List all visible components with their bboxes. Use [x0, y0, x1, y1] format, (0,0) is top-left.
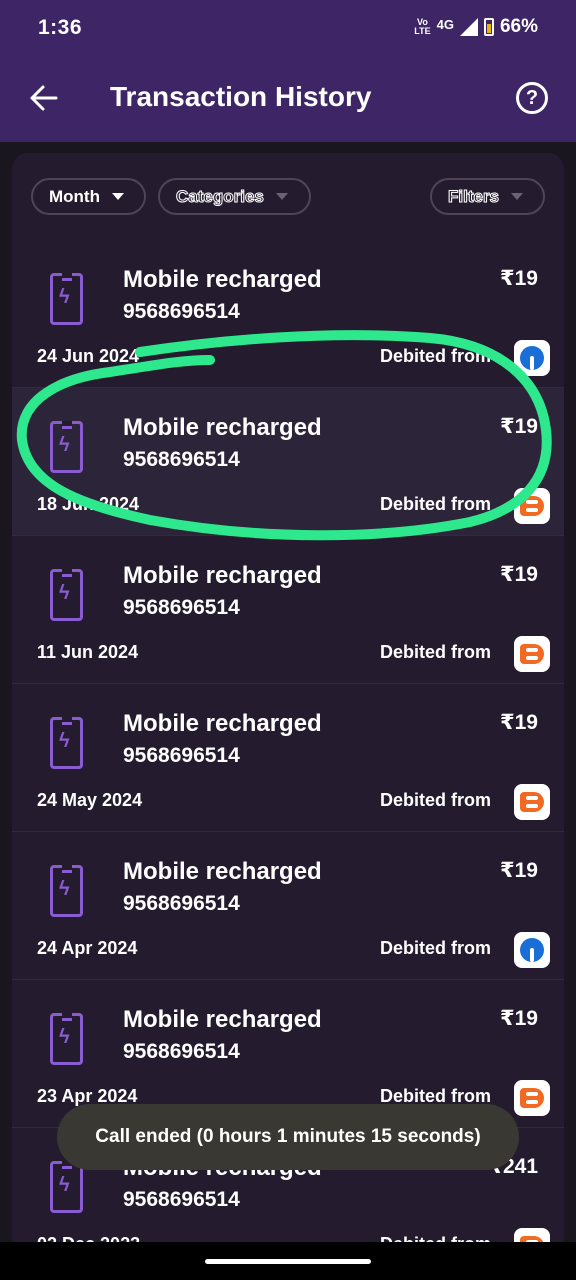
- transaction-number: 9568696514: [123, 448, 240, 471]
- transaction-number: 9568696514: [123, 300, 240, 323]
- transaction-row[interactable]: ϟ Mobile recharged 9568696514 ₹19 11 Jun 202…: [12, 536, 564, 684]
- question-circle-icon[interactable]: ?: [516, 82, 548, 114]
- month-chip-label: Month: [49, 186, 100, 206]
- network-type: 4G: [436, 16, 454, 32]
- transaction-title: Mobile recharged: [123, 710, 322, 737]
- bob-bank-logo-icon: [514, 636, 550, 672]
- debited-from-label: Debited from: [379, 938, 491, 958]
- mobile-recharge-icon: ϟ: [50, 865, 83, 917]
- categories-filter-chip[interactable]: Categories: [158, 178, 311, 215]
- arrow-left-icon[interactable]: [28, 82, 60, 114]
- categories-chip-label: Categories: [176, 186, 265, 206]
- transaction-amount: ₹19: [500, 563, 538, 586]
- home-gesture-handle[interactable]: [205, 1259, 371, 1264]
- status-bar: 1:36 Vo LTE 4G 66%: [0, 0, 576, 56]
- mobile-recharge-icon: ϟ: [50, 1013, 83, 1065]
- transaction-amount: ₹19: [500, 415, 538, 438]
- debited-from-label: Debited from: [379, 494, 491, 514]
- signal-icon: [459, 18, 478, 36]
- transaction-number: 9568696514: [123, 1040, 240, 1063]
- debited-from-label: Debited from: [379, 790, 491, 810]
- transaction-amount: ₹19: [500, 859, 538, 882]
- transaction-amount: ₹19: [500, 267, 538, 290]
- transaction-row[interactable]: ϟ Mobile recharged 9568696514 ₹19 18 Jun 202…: [12, 388, 564, 536]
- bob-bank-logo-icon: [514, 1080, 550, 1116]
- chevron-down-icon: [111, 193, 124, 200]
- filters-chip-label: Filters: [447, 186, 500, 206]
- transaction-title: Mobile recharged: [123, 266, 322, 293]
- page-title: Transaction History: [110, 81, 372, 112]
- transaction-number: 9568696514: [123, 892, 240, 915]
- transaction-number: 9568696514: [123, 744, 240, 767]
- status-icons: Vo LTE 4G 66%: [414, 16, 538, 38]
- mobile-recharge-icon: ϟ: [50, 1161, 83, 1213]
- chevron-down-icon: [511, 193, 524, 200]
- battery-icon: [483, 18, 494, 36]
- chevron-down-icon: [275, 193, 288, 200]
- transaction-date: 24 Apr 2024: [37, 938, 138, 958]
- transaction-title: Mobile recharged: [123, 414, 322, 441]
- transaction-amount: ₹19: [500, 1007, 538, 1030]
- transaction-row[interactable]: ϟ Mobile recharged 9568696514 ₹19 24 Apr 202…: [12, 832, 564, 980]
- battery-percent: 66%: [499, 16, 538, 37]
- transaction-date: 24 Jun 2024: [37, 346, 140, 366]
- volte-icon: Vo LTE: [414, 17, 431, 36]
- transaction-date: 11 Jun 2024: [37, 642, 139, 662]
- sbi-bank-logo-icon: [514, 932, 550, 968]
- transaction-title: Mobile recharged: [123, 1006, 322, 1033]
- transaction-row[interactable]: ϟ Mobile recharged 9568696514 ₹19 24 May 202…: [12, 684, 564, 832]
- filters-chip[interactable]: Filters: [430, 178, 545, 215]
- month-filter-chip[interactable]: Month: [31, 178, 146, 215]
- transaction-number: 9568696514: [123, 1188, 240, 1211]
- status-time: 1:36: [38, 16, 83, 39]
- transaction-title: Mobile recharged: [123, 858, 322, 885]
- navigation-bar: [0, 1242, 576, 1280]
- debited-from-label: Debited from: [379, 642, 491, 662]
- mobile-recharge-icon: ϟ: [50, 717, 83, 769]
- call-ended-toast: Call ended (0 hours 1 minutes 15 seconds…: [57, 1104, 519, 1170]
- transaction-row[interactable]: ϟ Mobile recharged 9568696514 ₹19 24 Jun 202…: [12, 240, 564, 388]
- mobile-recharge-icon: ϟ: [50, 273, 83, 325]
- transaction-date: 18 Jun 2024: [37, 494, 140, 514]
- mobile-recharge-icon: ϟ: [50, 421, 83, 473]
- bob-bank-logo-icon: [514, 784, 550, 820]
- transaction-date: 24 May 2024: [37, 790, 143, 810]
- bob-bank-logo-icon: [514, 488, 550, 524]
- mobile-recharge-icon: ϟ: [50, 569, 83, 621]
- debited-from-label: Debited from: [379, 346, 491, 366]
- transaction-list-card: Month Categories Filters ϟ Mobile recharg…: [12, 153, 564, 1253]
- sbi-bank-logo-icon: [514, 340, 550, 376]
- transaction-amount: ₹19: [500, 711, 538, 734]
- app-bar: Transaction History ?: [0, 56, 576, 142]
- transaction-number: 9568696514: [123, 596, 240, 619]
- transaction-title: Mobile recharged: [123, 562, 322, 589]
